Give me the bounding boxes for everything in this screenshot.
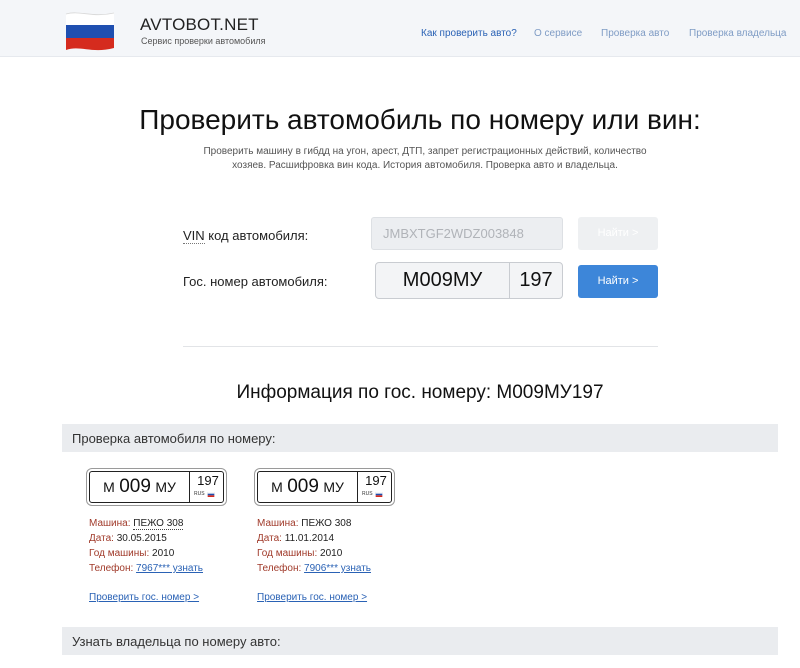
section-owner-header: Узнать владельца по номеру авто: <box>62 627 778 655</box>
section-check-header: Проверка автомобиля по номеру: <box>62 424 778 452</box>
plate-digits: 009 <box>287 476 319 497</box>
year-value: 2010 <box>320 548 343 559</box>
phone-line: Телефон: 7967*** узнать <box>89 563 203 574</box>
vin-find-button[interactable]: Найти > <box>578 217 658 250</box>
description-line: хозяев. Расшифровка вин кода. История ав… <box>232 160 618 171</box>
car-model: ПЕЖО 308 <box>301 518 352 529</box>
page-title: Проверить автомобиль по номеру или вин: <box>139 104 701 135</box>
section-owner-title: Узнать владельца по номеру авто: <box>72 634 281 649</box>
plate-digits: 009 <box>119 476 151 497</box>
plate-flag-icon <box>375 492 383 497</box>
plate-input[interactable]: М009МУ 197 <box>375 262 563 299</box>
nav-about[interactable]: О сервисе <box>534 28 582 39</box>
plate-letter: М <box>103 479 115 495</box>
phone-label: Телефон: <box>89 563 134 574</box>
nav-owner-check[interactable]: Проверка владельца <box>689 28 786 39</box>
nav-car-check[interactable]: Проверка авто <box>601 28 669 39</box>
description-line: Проверить машину в гибдд на угон, арест,… <box>203 146 647 157</box>
year-label: Год машины: <box>89 548 150 559</box>
vin-label: VIN код автомобиля: <box>183 228 309 244</box>
year-label: Год машины: <box>257 548 318 559</box>
phone-label: Телефон: <box>257 563 302 574</box>
divider <box>183 346 658 347</box>
license-plate: М 009 МУ 197 RUS <box>89 471 224 503</box>
vin-label-text: код автомобиля: <box>204 228 309 243</box>
date-line: Дата: 30.05.2015 <box>89 533 167 544</box>
plate-country: RUS <box>194 491 205 497</box>
site-header: AVTOBOT.NET Сервис проверки автомобиля К… <box>0 0 800 57</box>
date-value: 11.01.2014 <box>284 533 335 544</box>
date-line: Дата: 11.01.2014 <box>257 533 334 544</box>
year-value: 2010 <box>152 548 175 559</box>
plate-main: М 009 МУ <box>90 472 190 502</box>
nav-how-to-check[interactable]: Как проверить авто? <box>421 28 517 39</box>
plate-number-field[interactable]: М009МУ <box>376 263 510 298</box>
plate-region-field[interactable]: 197 <box>510 263 562 298</box>
date-label: Дата: <box>257 533 282 544</box>
vin-input[interactable]: JMBXTGF2WDZ003848 <box>371 217 563 250</box>
year-line: Год машины: 2010 <box>257 548 342 559</box>
plate-flag-icon <box>207 492 215 497</box>
plate-letters: МУ <box>323 479 344 495</box>
car-model-line: Машина: ПЕЖО 308 <box>89 518 184 530</box>
plate-letters: МУ <box>155 479 176 495</box>
phone-reveal-link[interactable]: 7906*** узнать <box>304 563 371 574</box>
brand-subtitle: Сервис проверки автомобиля <box>141 36 266 46</box>
date-value: 30.05.2015 <box>116 533 167 544</box>
brand-title[interactable]: AVTOBOT.NET <box>140 15 259 35</box>
date-label: Дата: <box>89 533 114 544</box>
car-model-line: Машина: ПЕЖО 308 <box>257 518 351 529</box>
car-label: Машина: <box>257 518 299 529</box>
section-check-title: Проверка автомобиля по номеру: <box>72 431 276 446</box>
page-description: Проверить машину в гибдд на угон, арест,… <box>195 145 655 173</box>
check-plate-link[interactable]: Проверить гос. номер > <box>257 592 367 603</box>
car-model[interactable]: ПЕЖО 308 <box>133 518 184 530</box>
plate-letter: М <box>271 479 283 495</box>
license-plate: М 009 МУ 197 RUS <box>257 471 392 503</box>
plate-label: Гос. номер автомобиля: <box>183 274 328 289</box>
plate-country: RUS <box>362 491 373 497</box>
russian-flag-logo[interactable] <box>62 10 118 54</box>
plate-main: М 009 МУ <box>258 472 358 502</box>
phone-line: Телефон: 7906*** узнать <box>257 563 371 574</box>
check-plate-link[interactable]: Проверить гос. номер > <box>89 592 199 603</box>
vin-abbreviation: VIN <box>183 228 205 244</box>
phone-reveal-link[interactable]: 7967*** узнать <box>136 563 203 574</box>
plate-region: 197 <box>197 473 219 488</box>
car-label: Машина: <box>89 518 131 529</box>
plate-find-button[interactable]: Найти > <box>578 265 658 298</box>
plate-region: 197 <box>365 473 387 488</box>
info-title: Информация по гос. номеру: М009МУ197 <box>236 382 604 403</box>
year-line: Год машины: 2010 <box>89 548 174 559</box>
